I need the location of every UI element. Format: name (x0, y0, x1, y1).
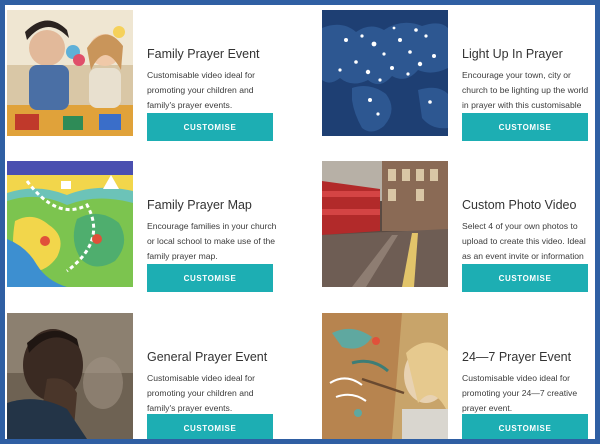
card-description: Encourage families in your church or loc… (147, 221, 277, 261)
template-card-custom-photo-video: Custom Photo Video Select 4 of your own … (322, 161, 592, 301)
card-title: Light Up In Prayer (462, 47, 563, 61)
illustrated-prayer-map-image[interactable] (7, 161, 133, 287)
template-card-family-prayer-map: Family Prayer Map Encourage families in … (7, 161, 297, 301)
customise-button[interactable]: CUSTOMISE (462, 264, 588, 292)
girl-painting-wall-image[interactable] (322, 313, 448, 439)
template-card-24-7-prayer-event: 24—7 Prayer Event Customisable video ide… (322, 313, 592, 439)
world-map-lights-image[interactable] (322, 10, 448, 136)
card-title: Family Prayer Map (147, 198, 252, 212)
man-praying-image[interactable] (7, 313, 133, 439)
customise-button[interactable]: CUSTOMISE (462, 113, 588, 141)
customise-button[interactable]: CUSTOMISE (147, 414, 273, 439)
card-title: Family Prayer Event (147, 47, 260, 61)
children-painted-hands-image[interactable] (7, 10, 133, 136)
card-title: Custom Photo Video (462, 198, 577, 212)
template-card-family-prayer-event: Family Prayer Event Customisable video i… (7, 10, 297, 150)
card-description: Customisable video ideal for promoting y… (462, 373, 578, 413)
customise-button[interactable]: CUSTOMISE (147, 113, 273, 141)
template-gallery: Family Prayer Event Customisable video i… (5, 5, 595, 439)
london-street-bus-image[interactable] (322, 161, 448, 287)
card-description: Customisable video ideal for promoting y… (147, 373, 255, 413)
customise-button[interactable]: CUSTOMISE (462, 414, 588, 439)
template-card-general-prayer-event: General Prayer Event Customisable video … (7, 313, 297, 439)
customise-button[interactable]: CUSTOMISE (147, 264, 273, 292)
card-description: Customisable video ideal for promoting y… (147, 70, 255, 110)
template-card-light-up-in-prayer: Light Up In Prayer Encourage your town, … (322, 10, 592, 150)
card-title: General Prayer Event (147, 350, 268, 364)
card-title: 24—7 Prayer Event (462, 350, 572, 364)
